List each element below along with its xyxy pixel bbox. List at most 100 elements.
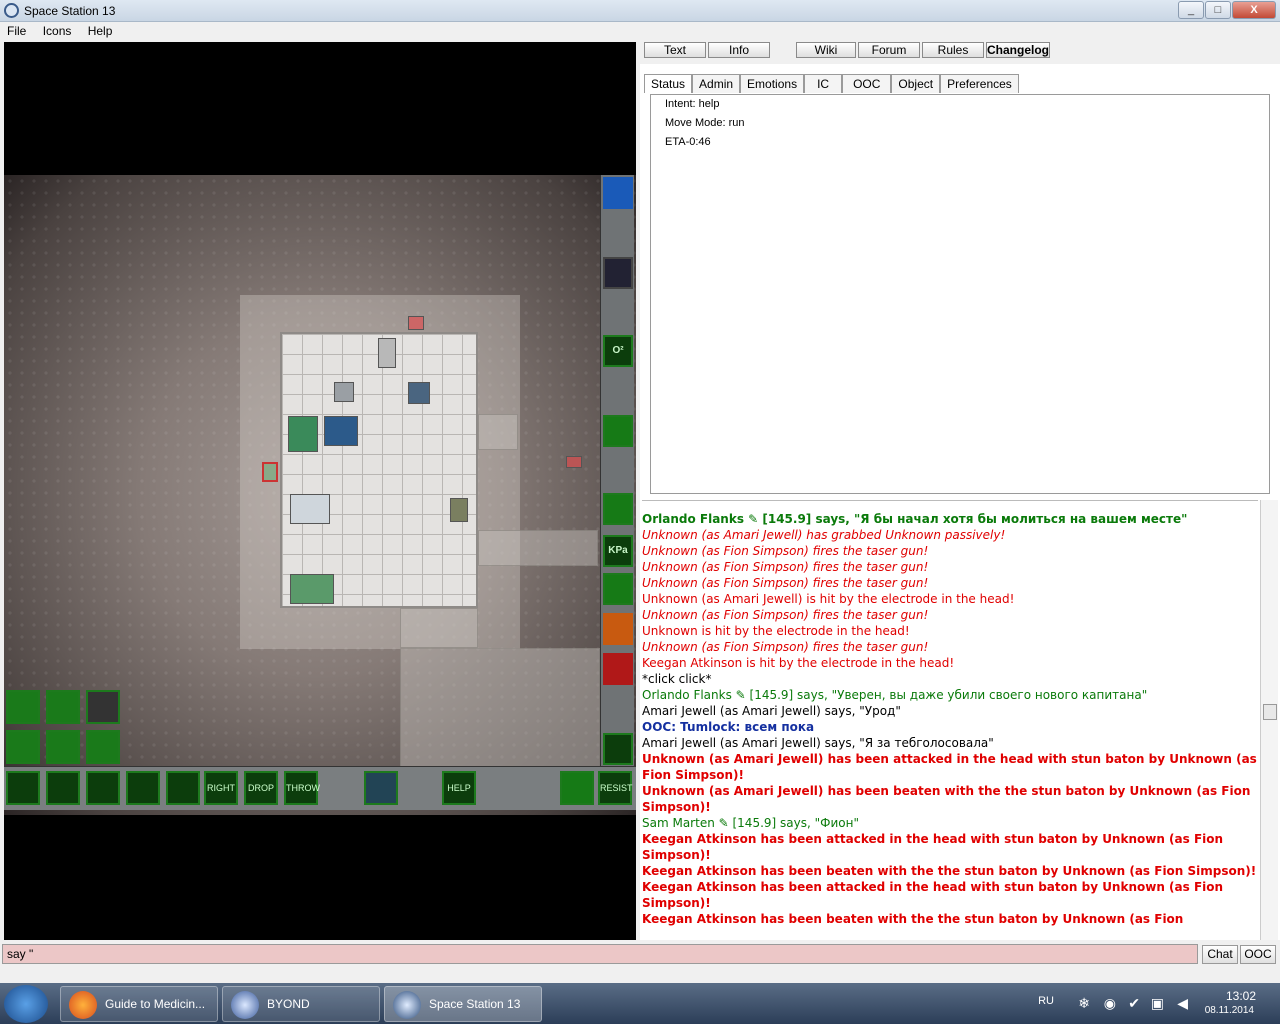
throw-button[interactable]: THROW [284,771,320,805]
mask-slot-icon[interactable] [86,690,120,724]
tab-admin[interactable]: Admin [692,74,741,93]
chat-message: Amari Jewell (as Amari Jewell) says, "Ур… [642,704,901,718]
chat-message: Keegan Atkinson has been beaten with the… [642,912,1184,926]
body-status-icon [603,733,633,765]
byond-icon [231,991,259,1019]
tab-object[interactable]: Object [891,74,941,93]
rules-button[interactable]: Rules [922,42,984,58]
pocket-slot-icon[interactable] [86,771,120,805]
chat-message: Unknown (as Fion Simpson) fires the tase… [642,544,929,558]
chat-message: Unknown (as Amari Jewell) is hit by the … [642,592,1015,606]
fire-alarm[interactable] [408,316,424,330]
taskbar-firefox-label: Guide to Medicin... [105,997,206,1011]
airlock-east[interactable] [478,414,518,450]
clock-date[interactable]: 08.11.2014 [1205,1005,1254,1016]
info-button[interactable]: Info [708,42,770,58]
start-button-icon[interactable] [4,985,48,1023]
storage2-slot-icon[interactable] [166,771,200,805]
sleeper[interactable] [288,416,318,452]
taskbar-byond-label: BYOND [267,997,310,1011]
health-doll-icon[interactable] [603,177,633,209]
status-panel: Intent: help Move Mode: run ETA-0:46 [650,94,1270,494]
forum-button[interactable]: Forum [858,42,920,58]
taskbar-ss13[interactable]: Space Station 13 [384,986,542,1022]
clock-time[interactable]: 13:02 [1226,989,1256,1003]
fire-icon [603,493,633,525]
tab-ic[interactable]: IC [804,74,843,93]
app-icon [4,3,19,18]
changelog-button[interactable]: Changelog [986,42,1050,58]
snowflake-icon[interactable]: ❄ [1078,995,1090,1012]
chair[interactable] [378,338,396,368]
back-slot-icon[interactable] [46,771,80,805]
menu-bar: File Icons Help [0,22,1280,41]
run-icon[interactable] [560,771,594,805]
command-input[interactable]: say " [2,944,1198,964]
chat-message: Keegan Atkinson has been attacked in the… [642,880,1224,910]
move-mode-status: Move Mode: run [665,117,745,129]
menu-file[interactable]: File [0,22,32,38]
tab-ooc[interactable]: OOC [842,74,892,93]
id-card-slot-icon[interactable] [6,771,40,805]
chat-message: Unknown (as Amari Jewell) has grabbed Un… [642,528,1006,542]
suit-slot-icon[interactable] [46,690,80,724]
minimize-button[interactable]: _ [1178,1,1204,19]
chat-message: Keegan Atkinson has been attacked in the… [642,832,1224,862]
volume-icon[interactable]: ◀ [1177,995,1188,1012]
resist-button[interactable]: RESIST [598,771,633,805]
chat-message: Unknown (as Amari Jewell) has been beate… [642,784,1251,814]
computer-console[interactable] [324,416,358,446]
machine[interactable] [408,382,430,404]
gloves-slot-icon[interactable] [6,730,40,764]
maximize-button[interactable]: □ [1205,1,1231,19]
close-button[interactable]: X [1232,1,1276,19]
menu-help[interactable]: Help [81,22,119,38]
tab-status[interactable]: Status [644,74,693,93]
chat-message: Keegan Atkinson is hit by the electrode … [642,656,955,670]
hud-side-bar: O² KPa [600,175,634,803]
update-icon[interactable]: ✔ [1128,995,1140,1012]
chat-log[interactable]: Orlando Flanks ✎ [145.9] says, "Я бы нач… [642,500,1258,940]
chat-message: Unknown (as Fion Simpson) fires the tase… [642,560,929,574]
tab-preferences[interactable]: Preferences [940,74,1019,93]
wiki-button[interactable]: Wiki [796,42,856,58]
shoes-slot-icon[interactable] [86,730,120,764]
scroll-thumb[interactable] [1263,704,1277,720]
taskbar: Guide to Medicin... BYOND Space Station … [0,983,1280,1024]
uniform-slot-icon[interactable] [6,690,40,724]
chat-message: Sam Marten ✎ [145.9] says, "Фион" [642,816,859,830]
input-bar: say " Chat OOC [0,944,1280,966]
taskbar-firefox[interactable]: Guide to Medicin... [60,986,218,1022]
wall-panel[interactable] [566,456,582,468]
chat-message: Orlando Flanks ✎ [145.9] says, "Уверен, … [642,688,1148,702]
airlock-south[interactable] [400,608,478,648]
tab-emotions[interactable]: Emotions [740,74,805,93]
pull-icon[interactable] [603,653,633,685]
right-hand-button[interactable]: RIGHT [204,771,238,805]
monitor-icon[interactable]: ▣ [1151,995,1164,1012]
storage-slot-icon[interactable] [126,771,160,805]
operating-table[interactable] [290,574,334,604]
ooc-button[interactable]: OOC [1240,945,1276,964]
right-panel: Text Info Wiki Forum Rules Changelog Sta… [640,42,1280,940]
chat-button[interactable]: Chat [1202,945,1238,964]
vent [334,382,354,402]
text-button[interactable]: Text [644,42,706,58]
belt-slot-icon[interactable] [46,730,80,764]
pressure-icon: KPa [603,535,633,567]
chat-scrollbar[interactable] [1260,500,1278,940]
help-intent-button[interactable]: HELP [442,771,476,805]
language-indicator[interactable]: RU [1038,995,1054,1007]
corridor-south [400,648,600,768]
internals-icon[interactable] [603,257,633,289]
game-map[interactable]: O² KPa RIGHT DROP THROW HELP RESIST [4,42,636,940]
taskbar-byond[interactable]: BYOND [222,986,380,1022]
menu-icons[interactable]: Icons [36,22,78,38]
player-character[interactable] [262,462,278,482]
title-bar: Space Station 13 _ □ X [0,0,1280,22]
drop-button[interactable]: DROP [244,771,278,805]
bed[interactable] [290,494,330,524]
network-icon[interactable]: ◉ [1104,995,1116,1012]
locker[interactable] [450,498,468,522]
swap-hand-icon[interactable] [364,771,398,805]
